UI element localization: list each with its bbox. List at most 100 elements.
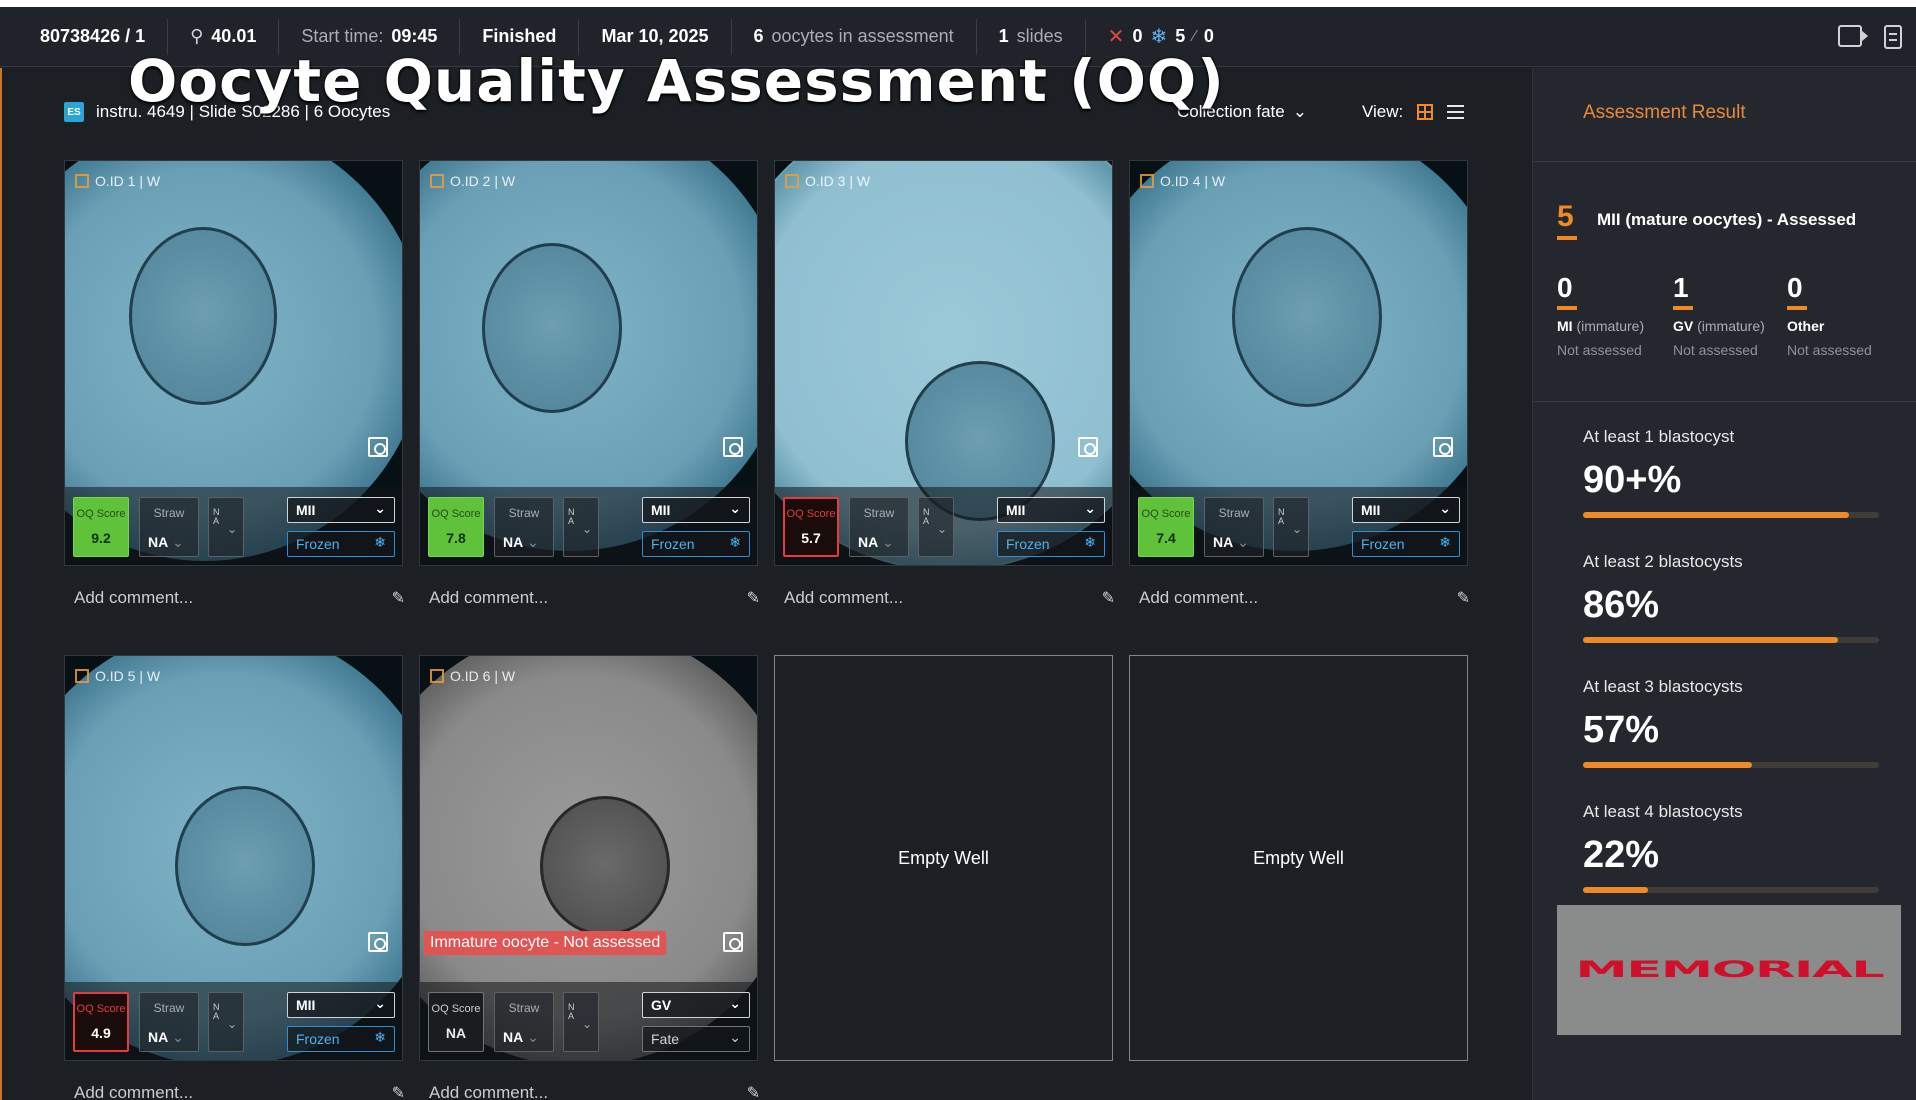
straw-select[interactable]: Straw NA [1204, 497, 1264, 557]
na-select[interactable]: NA ⌄ [918, 497, 954, 557]
group-gv: 1 GV (immature) Not assessed [1673, 272, 1765, 358]
oq-score-badge: OQ Score NA [428, 992, 484, 1052]
fate-select[interactable]: Frozen ❄ [1352, 531, 1460, 557]
oq-score-badge: OQ Score 7.8 [428, 497, 484, 557]
well-card-6[interactable]: O.ID 6 | W Immature oocyte - Not assesse… [419, 655, 758, 1061]
comment-field-5[interactable]: Add comment... ✎ [74, 1083, 413, 1100]
patient-id: 80738426 / 1 [40, 26, 146, 46]
comment-field-3[interactable]: Add comment... ✎ [784, 588, 1123, 608]
maturity-select[interactable]: MII ⌄ [997, 497, 1105, 523]
expand-icon[interactable] [368, 932, 388, 952]
immature-warning-badge: Immature oocyte - Not assessed [424, 931, 667, 955]
assessment-result-header: Assessment Result [1533, 68, 1916, 162]
progress-bar [1583, 637, 1879, 643]
pencil-icon[interactable]: ✎ [747, 588, 760, 608]
grid-view-icon[interactable] [1417, 104, 1434, 120]
expand-icon[interactable] [368, 437, 388, 457]
straw-select[interactable]: Straw NA [139, 992, 199, 1052]
oocyte-image-4[interactable]: O.ID 4 | W OQ Score7.4 StrawNA NA⌄ MII⌄ … [1130, 161, 1467, 565]
pencil-icon[interactable]: ✎ [747, 1083, 760, 1100]
well-controls-6: OQ ScoreNA StrawNA NA⌄ GV⌄ Fate⌄ [420, 982, 757, 1060]
fate-select[interactable]: Frozen ❄ [287, 531, 395, 557]
na-select[interactable]: NA ⌄ [1273, 497, 1309, 557]
oq-score-badge: OQ Score 4.9 [73, 992, 129, 1052]
discard-x-icon: ✕ [1107, 26, 1125, 48]
maturity-select[interactable]: GV ⌄ [642, 992, 750, 1018]
well-id-4: O.ID 4 | W [1140, 173, 1225, 189]
comment-field-4[interactable]: Add comment... ✎ [1139, 588, 1478, 608]
oocyte-image-3[interactable]: O.ID 3 | W OQ Score5.7 StrawNA NA⌄ MII⌄ … [775, 161, 1112, 565]
maturity-select[interactable]: MII ⌄ [287, 497, 395, 523]
expand-icon[interactable] [723, 437, 743, 457]
maturity-select[interactable]: MII ⌄ [287, 992, 395, 1018]
stat-2-blastocysts: At least 2 blastocysts 86% [1583, 552, 1879, 643]
expand-icon[interactable] [1433, 437, 1453, 457]
oocyte-image-5[interactable]: O.ID 5 | W OQ Score4.9 StrawNA NA⌄ MII⌄ … [65, 656, 402, 1060]
fate-select[interactable]: Frozen ❄ [287, 1026, 395, 1052]
checkbox-icon[interactable] [75, 174, 89, 188]
comment-field-1[interactable]: Add comment... ✎ [74, 588, 413, 608]
well-card-1[interactable]: O.ID 1 | W OQ Score9.2 StrawNA NA⌄ MII⌄ … [64, 160, 403, 566]
well-card-2[interactable]: O.ID 2 | W OQ Score7.8 StrawNA NA⌄ MII⌄ … [419, 160, 758, 566]
well-card-3[interactable]: O.ID 3 | W OQ Score5.7 StrawNA NA⌄ MII⌄ … [774, 160, 1113, 566]
checkbox-icon[interactable] [430, 669, 444, 683]
chevron-down-icon: ⌄ [374, 500, 386, 516]
pencil-icon[interactable]: ✎ [392, 1083, 405, 1100]
chevron-down-icon: ⌄ [582, 522, 593, 536]
straw-select[interactable]: Straw NA [849, 497, 909, 557]
well-id-5: O.ID 5 | W [75, 668, 160, 684]
oq-score-value: 9.2 [91, 530, 111, 546]
na-select[interactable]: NA ⌄ [563, 992, 599, 1052]
pencil-icon[interactable]: ✎ [1457, 588, 1470, 608]
fate-select[interactable]: Frozen ❄ [642, 531, 750, 557]
progress-bar [1583, 762, 1879, 768]
checkbox-icon[interactable] [1140, 174, 1154, 188]
na-select[interactable]: NA ⌄ [208, 992, 244, 1052]
comment-field-2[interactable]: Add comment... ✎ [429, 588, 768, 608]
report-icon[interactable] [1884, 25, 1902, 49]
maturity-select[interactable]: MII ⌄ [1352, 497, 1460, 523]
comment-field-6[interactable]: Add comment... ✎ [429, 1083, 768, 1100]
checkbox-icon[interactable] [430, 174, 444, 188]
na-select[interactable]: NA ⌄ [208, 497, 244, 557]
expand-icon[interactable] [723, 932, 743, 952]
straw-select[interactable]: Straw NA [494, 992, 554, 1052]
fate-select[interactable]: Frozen ❄ [997, 531, 1105, 557]
well-card-5[interactable]: O.ID 5 | W OQ Score4.9 StrawNA NA⌄ MII⌄ … [64, 655, 403, 1061]
na-select[interactable]: NA ⌄ [563, 497, 599, 557]
person-pin-icon: ⚲ [190, 26, 204, 46]
chevron-down-icon: ⌄ [729, 500, 741, 516]
pencil-icon[interactable]: ✎ [1102, 588, 1115, 608]
list-view-icon[interactable] [1447, 105, 1465, 119]
overlay-title: Oocyte Quality Assessment (OQ) [128, 47, 1225, 115]
oocyte-image-2[interactable]: O.ID 2 | W OQ Score7.8 StrawNA NA⌄ MII⌄ … [420, 161, 757, 565]
straw-select[interactable]: Straw NA [139, 497, 199, 557]
expand-icon[interactable] [1078, 437, 1098, 457]
fate-select[interactable]: Fate ⌄ [642, 1026, 750, 1052]
frozen-count: 5 [1175, 26, 1186, 46]
pencil-icon[interactable]: ✎ [392, 588, 405, 608]
group-other: 0 Other Not assessed [1787, 272, 1872, 358]
video-icon[interactable] [1838, 25, 1868, 47]
oocyte-image-1[interactable]: O.ID 1 | W OQ Score9.2 StrawNA NA⌄ MII⌄ … [65, 161, 402, 565]
empty-well-7: Empty Well [774, 655, 1113, 1061]
checkbox-icon[interactable] [75, 669, 89, 683]
start-time-label: Start time: [301, 26, 384, 46]
maturity-select[interactable]: MII ⌄ [642, 497, 750, 523]
chevron-down-icon: ⌄ [1084, 500, 1096, 516]
main-panel: ES instru. 4649 | Slide S02286 | 6 Oocyt… [0, 68, 1532, 1100]
chevron-down-icon: ⌄ [227, 1017, 238, 1031]
straw-select[interactable]: Straw NA [494, 497, 554, 557]
chevron-down-icon: ⌄ [1439, 500, 1451, 516]
checkbox-icon[interactable] [785, 174, 799, 188]
well-controls-2: OQ Score7.8 StrawNA NA⌄ MII⌄ Frozen❄ [420, 487, 757, 565]
other-count: 0 [1203, 26, 1214, 46]
well-controls-1: OQ Score9.2 StrawNA NA⌄ MII⌄ Frozen❄ [65, 487, 402, 565]
well-card-4[interactable]: O.ID 4 | W OQ Score7.4 StrawNA NA⌄ MII⌄ … [1129, 160, 1468, 566]
oocyte-image-6[interactable]: O.ID 6 | W Immature oocyte - Not assesse… [420, 656, 757, 1060]
oq-score-value: 5.7 [801, 530, 821, 546]
chevron-down-icon: ⌄ [374, 995, 386, 1011]
empty-well-8: Empty Well [1129, 655, 1468, 1061]
snowflake-icon: ❄ [374, 534, 386, 550]
well-id-6: O.ID 6 | W [430, 668, 515, 684]
